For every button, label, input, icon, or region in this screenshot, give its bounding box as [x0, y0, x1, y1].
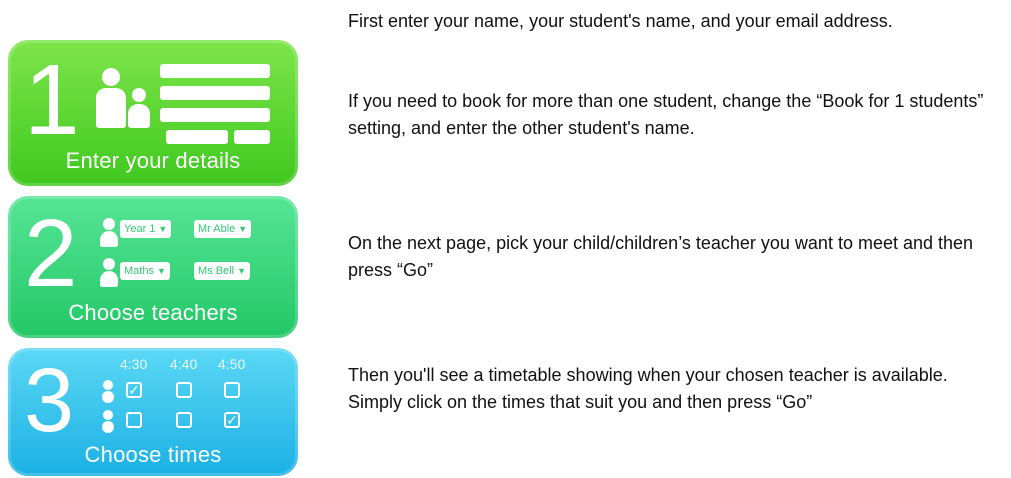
checkbox	[176, 382, 192, 398]
subject-dropdown-2: Maths ▼	[120, 262, 170, 280]
teacher-label-2: Ms Bell	[198, 265, 235, 277]
step-2-caption: Choose teachers	[68, 300, 238, 325]
step-2-number: 2	[24, 200, 78, 307]
step-1-instruction: First enter your name, your student's na…	[348, 11, 893, 31]
time-label: 4:40	[170, 356, 198, 372]
chevron-down-icon: ▼	[238, 224, 248, 234]
subject-label-1: Year 1	[124, 223, 156, 235]
chevron-down-icon: ▼	[237, 266, 246, 276]
checkbox-checked: ✓	[126, 382, 142, 398]
teacher-dropdown-2: Ms Bell ▼	[194, 262, 250, 280]
step-1-instruction-more: If you need to book for more than one st…	[348, 91, 984, 138]
chevron-down-icon: ▼	[156, 266, 166, 276]
subject-label-2: Maths	[124, 265, 154, 277]
checkbox	[224, 382, 240, 398]
checkbox	[176, 412, 192, 428]
subject-dropdown-1: Year 1 ▼	[120, 220, 172, 238]
step-1-caption: Enter your details	[65, 148, 241, 173]
teacher-dropdown-1: Mr Able ▼	[194, 220, 252, 238]
step-2-instruction: On the next page, pick your child/childr…	[348, 233, 974, 280]
chevron-down-icon: ▼	[158, 224, 168, 234]
time-label: 4:30	[120, 356, 148, 372]
step-3-caption: Choose times	[84, 442, 222, 467]
step-3-card: 3 4:30 4:40 4:50 ✓ ✓ Choose times	[8, 348, 298, 476]
step-3-number: 3	[24, 351, 75, 451]
time-label: 4:50	[218, 356, 246, 372]
step-1-card: 1 Enter your details	[8, 40, 298, 186]
step-3-instruction: Then you'll see a timetable showing when…	[348, 365, 948, 412]
checkbox-checked: ✓	[224, 412, 240, 428]
teacher-label-1: Mr Able	[198, 223, 236, 235]
checkbox	[126, 412, 142, 428]
step-2-card: 2 Year 1 ▼ Mr Able ▼ Maths ▼ Ms Bell ▼ Choos…	[8, 196, 298, 338]
step-1-number: 1	[24, 44, 80, 156]
